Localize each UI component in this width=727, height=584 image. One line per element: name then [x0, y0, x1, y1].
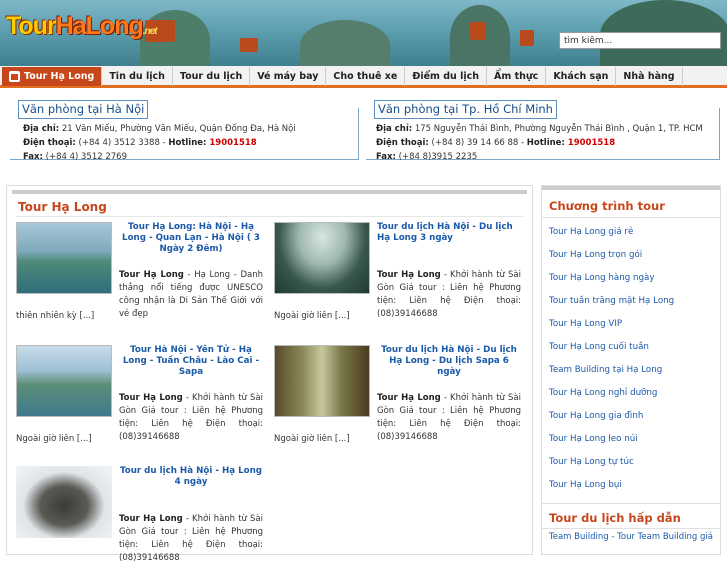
- home-icon: [9, 71, 20, 82]
- sidebar-link[interactable]: Tour tuần trăng mật Hạ Long: [542, 290, 720, 313]
- tour-lead: Tour Hạ Long: [377, 270, 441, 280]
- tour-thumbnail[interactable]: [274, 345, 370, 417]
- sidebar-title: Chương trình tour: [542, 190, 720, 218]
- sidebar-link[interactable]: Tour Hạ Long tự túc: [542, 451, 720, 474]
- search-input[interactable]: [559, 32, 721, 49]
- nav-cho-thue-xe[interactable]: Cho thuê xe: [326, 67, 406, 86]
- tour-title-link[interactable]: Tour du lịch Hà Nội - Hạ Long 4 ngày: [119, 466, 263, 488]
- tour-thumbnail[interactable]: [16, 222, 112, 294]
- hotline-value: 19001518: [206, 138, 257, 148]
- tour-description-tail: Ngoài giờ liên [...]: [16, 434, 92, 444]
- phone-value: (+84 4) 3512 3388 -: [75, 138, 169, 148]
- main-content: Tour Hạ Long Tour Hạ Long: Hà Nội - Hạ L…: [6, 185, 533, 563]
- fax-value: (+84 8)3915 2235: [395, 152, 478, 162]
- tour-title-link[interactable]: Tour du lịch Hà Nội - Du lịch Hạ Long - …: [377, 345, 521, 378]
- tour-title-link[interactable]: Tour Hà Nội - Yên Tử - Hạ Long - Tuần Ch…: [119, 345, 263, 378]
- sidebar-link[interactable]: Tour Hạ Long bụi: [542, 474, 720, 497]
- phone-label: Điện thoại:: [23, 138, 76, 148]
- phone-label: Điện thoại:: [376, 138, 429, 148]
- phone-value: (+84 8) 39 14 66 88 -: [428, 138, 527, 148]
- site-logo[interactable]: TourHaLong.net: [6, 12, 158, 41]
- address-value: 21 Văn Miếu, Phường Văn Miếu, Quận Đống …: [59, 124, 296, 134]
- nav-tin-du-lich[interactable]: Tin du lịch: [102, 67, 173, 86]
- tour-lead: Tour Hạ Long: [119, 270, 184, 280]
- sidebar-link[interactable]: Tour Hạ Long leo núi: [542, 428, 720, 451]
- nav-am-thuc[interactable]: Ẩm thực: [487, 67, 547, 86]
- hotline-label: Hotline:: [168, 138, 207, 148]
- site-header: TourHaLong.net: [0, 0, 727, 66]
- tour-lead: Tour Hạ Long: [119, 393, 183, 403]
- section-bar: [12, 190, 527, 194]
- tour-item: Tour du lịch Hà Nội - Du lịch Hạ Long 3 …: [274, 222, 521, 340]
- tour-title-link[interactable]: Tour du lịch Hà Nội - Du lịch Hạ Long 3 …: [377, 222, 521, 244]
- divider: [16, 216, 523, 217]
- main-nav: Tour Hạ Long Tin du lịch Tour du lịch Vé…: [0, 66, 727, 88]
- fax-label: Fax:: [376, 152, 396, 162]
- nav-diem-du-lich[interactable]: Điểm du lịch: [405, 67, 488, 86]
- tour-thumbnail[interactable]: [16, 466, 112, 538]
- sidebar-link[interactable]: Tour Hạ Long gia đình: [542, 405, 720, 428]
- office-hanoi: Văn phòng tại Hà Nội Địa chỉ: 21 Văn Miế…: [10, 100, 359, 162]
- nav-tour-ha-long[interactable]: Tour Hạ Long: [2, 67, 103, 86]
- logo-part-halong: HaLong: [55, 12, 144, 40]
- sidebar-link[interactable]: Tour Hạ Long nghỉ dưỡng: [542, 382, 720, 405]
- sidebar-link[interactable]: Tour Hạ Long VIP: [542, 313, 720, 336]
- tour-description-tail: thiên nhiên kỳ [...]: [16, 311, 95, 321]
- office-title: Văn phòng tại Tp. Hồ Chí Minh: [374, 100, 557, 119]
- tour-item: Tour Hà Nội - Yên Tử - Hạ Long - Tuần Ch…: [16, 345, 263, 463]
- tour-title-link[interactable]: Tour Hạ Long: Hà Nội - Hạ Long - Quan Lạ…: [119, 222, 263, 255]
- sidebar-link[interactable]: Team Building - Tour Team Building giá: [542, 529, 720, 542]
- office-hcm: Văn phòng tại Tp. Hồ Chí Minh Địa chỉ: 1…: [366, 100, 720, 162]
- nav-label: Tour Hạ Long: [24, 71, 95, 82]
- sidebar: Chương trình tour Tour Hạ Long giá rẻ To…: [541, 185, 721, 555]
- tour-description: Tour Hạ Long - Khởi hành từ Sài Gòn Giá …: [119, 513, 263, 565]
- tour-lead: Tour Hạ Long: [377, 393, 441, 403]
- section-title: Tour Hạ Long: [18, 200, 107, 214]
- sidebar-link[interactable]: Tour Hạ Long giá rẻ: [542, 221, 720, 244]
- sidebar-link[interactable]: Tour Hạ Long cuối tuần: [542, 336, 720, 359]
- nav-khach-san[interactable]: Khách sạn: [546, 67, 617, 86]
- office-title: Văn phòng tại Hà Nội: [18, 100, 149, 119]
- tour-description-tail: Ngoài giờ liên [...]: [274, 434, 350, 444]
- address-value: 175 Nguyễn Thái Bình, Phường Nguyễn Thái…: [412, 124, 703, 134]
- tour-description-tail: Ngoài giờ liên [...]: [274, 311, 350, 321]
- logo-part-tour: Tour: [6, 12, 57, 40]
- address-label: Địa chỉ:: [23, 124, 60, 134]
- tour-thumbnail[interactable]: [16, 345, 112, 417]
- sidebar-link[interactable]: Tour Hạ Long hàng ngày: [542, 267, 720, 290]
- nav-nha-hang[interactable]: Nhà hàng: [616, 67, 683, 86]
- tour-item: Tour Hạ Long: Hà Nội - Hạ Long - Quan Lạ…: [16, 222, 263, 340]
- tour-lead: Tour Hạ Long: [119, 514, 183, 524]
- tour-thumbnail[interactable]: [274, 222, 370, 294]
- address-label: Địa chỉ:: [376, 124, 413, 134]
- fax-value: (+84 4) 3512 2769: [42, 152, 127, 162]
- hotline-label: Hotline:: [526, 138, 565, 148]
- fax-label: Fax:: [23, 152, 43, 162]
- hotline-value: 19001518: [564, 138, 616, 148]
- nav-tour-du-lich[interactable]: Tour du lịch: [173, 67, 251, 86]
- sidebar-title-2: Tour du lịch hấp dẫn: [542, 503, 720, 529]
- logo-part-net: .net: [142, 26, 158, 37]
- sidebar-link[interactable]: Team Building tại Hạ Long: [542, 359, 720, 382]
- tour-item: Tour du lịch Hà Nội - Du lịch Hạ Long - …: [274, 345, 521, 463]
- sidebar-link[interactable]: Tour Hạ Long trọn gói: [542, 244, 720, 267]
- tour-item: Tour du lịch Hà Nội - Hạ Long 4 ngày Tou…: [16, 466, 263, 584]
- nav-ve-may-bay[interactable]: Vé máy bay: [250, 67, 327, 86]
